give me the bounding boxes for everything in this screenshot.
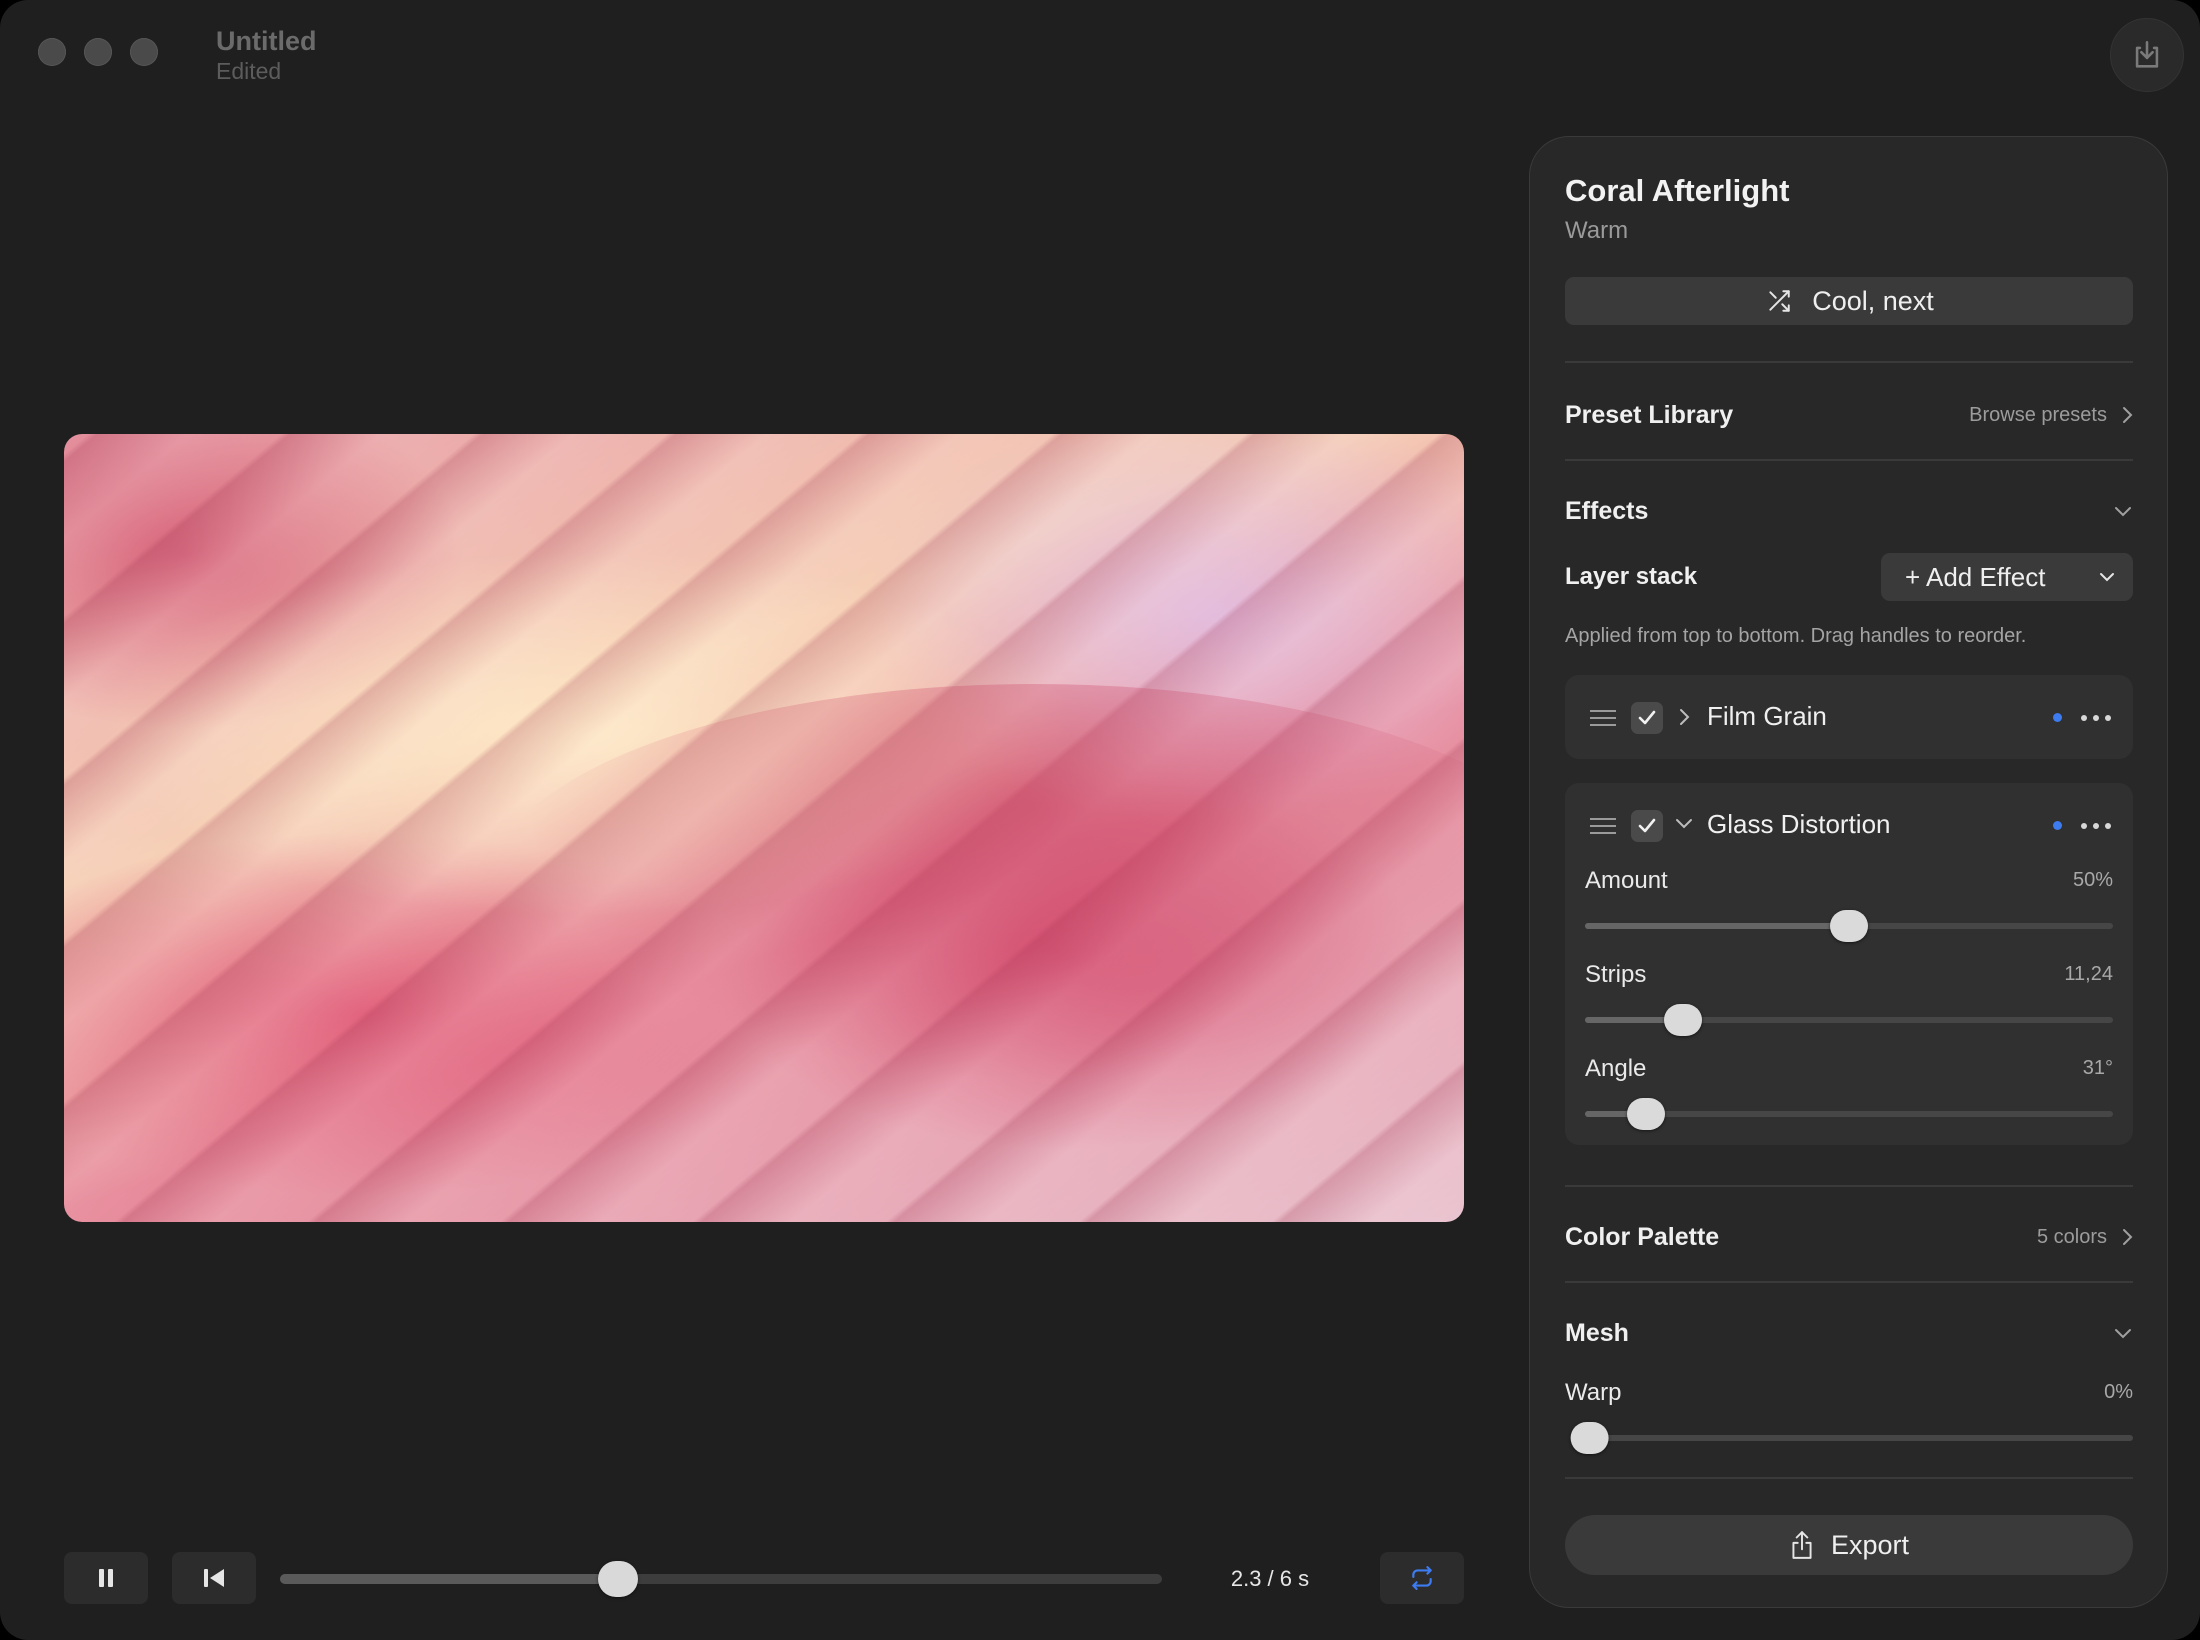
window-controls (38, 38, 158, 66)
divider (1565, 1281, 2133, 1283)
browse-presets-link[interactable]: Browse presets (1969, 404, 2133, 427)
share-upload-icon (1792, 1531, 1812, 1559)
gradient-preview-canvas[interactable] (64, 434, 1464, 1222)
amount-slider[interactable] (1585, 910, 2113, 942)
effect-name: Film Grain (1707, 701, 1827, 731)
strips-slider[interactable] (1585, 1004, 2113, 1036)
slider-fill (1585, 923, 1849, 929)
timeline-scrubber[interactable] (280, 1561, 1162, 1597)
shuffle-next-button[interactable]: Cool, next (1565, 277, 2133, 325)
effect-name: Glass Distortion (1707, 809, 1891, 839)
divider (1565, 459, 2133, 461)
loop-toggle-button[interactable] (1380, 1552, 1464, 1604)
chevron-down-icon[interactable] (1673, 817, 1695, 831)
document-title: Untitled (216, 26, 317, 56)
document-status: Edited (216, 58, 282, 84)
download-tray-icon (2135, 40, 2159, 68)
color-palette-title: Color Palette (1565, 1222, 1720, 1251)
loop-icon (1412, 1566, 1432, 1590)
angle-value: 31° (2082, 1057, 2113, 1079)
amount-value: 50% (2072, 869, 2113, 891)
slider-thumb[interactable] (1663, 1004, 1702, 1036)
slider-thumb[interactable] (1830, 910, 1868, 942)
color-palette-link[interactable]: 5 colors (2037, 1226, 2133, 1249)
strips-value: 11,24 (2064, 963, 2113, 985)
color-count-label: 5 colors (2036, 1225, 2107, 1248)
pause-button[interactable] (64, 1552, 148, 1604)
preset-library-row[interactable]: Preset Library Browse presets (1565, 395, 2133, 435)
minimize-window-button[interactable] (84, 38, 112, 66)
effects-title: Effects (1565, 496, 1649, 525)
checkmark-icon (1638, 710, 1656, 725)
slider-thumb[interactable] (1570, 1422, 1609, 1454)
zoom-window-button[interactable] (130, 38, 158, 66)
drag-handle-icon[interactable] (1590, 710, 1616, 731)
divider (1565, 1185, 2133, 1187)
add-effect-button[interactable]: + Add Effect (1881, 553, 2133, 601)
chevron-right-icon (2123, 1229, 2133, 1245)
preset-library-title: Preset Library (1565, 400, 1734, 429)
checkmark-icon (1638, 818, 1656, 833)
modified-indicator (2053, 821, 2062, 830)
shuffle-icon (1769, 290, 1790, 312)
more-options-icon[interactable] (2081, 823, 2111, 829)
close-window-button[interactable] (38, 38, 66, 66)
timeline-playhead[interactable] (597, 1561, 638, 1597)
layer-stack-row: Layer stack (1565, 557, 1865, 597)
browse-presets-label: Browse presets (1969, 403, 2107, 426)
chevron-right-icon (2123, 407, 2133, 423)
amount-label: Amount (1585, 867, 1668, 894)
inspector-panel: Coral Afterlight Warm Cool, next Preset … (1529, 136, 2168, 1608)
chevron-down-icon (2115, 1329, 2131, 1339)
skip-to-start-icon (204, 1569, 224, 1587)
effect-card-film-grain: Film Grain (1565, 675, 2133, 759)
divider (1565, 361, 2133, 363)
warp-label: Warp (1565, 1379, 1622, 1406)
warp-value: 0% (2104, 1381, 2133, 1403)
chevron-right-icon[interactable] (1677, 705, 1691, 729)
layer-stack-hint: Applied from top to bottom. Drag handles… (1565, 625, 2027, 647)
angle-slider[interactable] (1585, 1098, 2113, 1130)
shuffle-next-label: Cool, next (1812, 285, 1934, 316)
time-readout: 2.3 / 6 s (1230, 1566, 1310, 1591)
warp-slider[interactable] (1570, 1422, 2133, 1454)
color-palette-row[interactable]: Color Palette 5 colors (1565, 1217, 2133, 1257)
angle-label: Angle (1585, 1055, 1647, 1082)
save-download-button[interactable] (2110, 18, 2184, 92)
preset-mood: Warm (1565, 217, 1629, 244)
modified-indicator (2053, 713, 2062, 722)
divider (1565, 1477, 2133, 1479)
drag-handle-icon[interactable] (1590, 818, 1616, 839)
layer-stack-label: Layer stack (1565, 563, 1698, 590)
timeline-progress (280, 1574, 618, 1584)
pause-icon (99, 1569, 113, 1587)
mesh-title: Mesh (1565, 1318, 1629, 1347)
export-button[interactable]: Export (1565, 1515, 2133, 1575)
rewind-button[interactable] (172, 1552, 256, 1604)
add-effect-label: + Add Effect (1905, 561, 2046, 592)
preset-name: Coral Afterlight (1565, 173, 1790, 208)
chevron-down-icon (2100, 573, 2114, 582)
slider-thumb[interactable] (1626, 1098, 1665, 1130)
canvas-wave-shape (484, 684, 1464, 1104)
effects-section-header[interactable]: Effects (1565, 491, 2133, 531)
export-label: Export (1830, 1529, 1910, 1560)
strips-label: Strips (1585, 961, 1647, 988)
more-options-icon[interactable] (2081, 715, 2111, 721)
app-window: Untitled Edited 2.3 / 6 s Coral Afterlig… (0, 0, 2200, 1640)
film-grain-enable-checkbox[interactable] (1631, 702, 1663, 734)
chevron-down-icon (2115, 507, 2131, 517)
mesh-section-header[interactable]: Mesh (1565, 1313, 2133, 1353)
glass-distortion-enable-checkbox[interactable] (1631, 810, 1663, 842)
